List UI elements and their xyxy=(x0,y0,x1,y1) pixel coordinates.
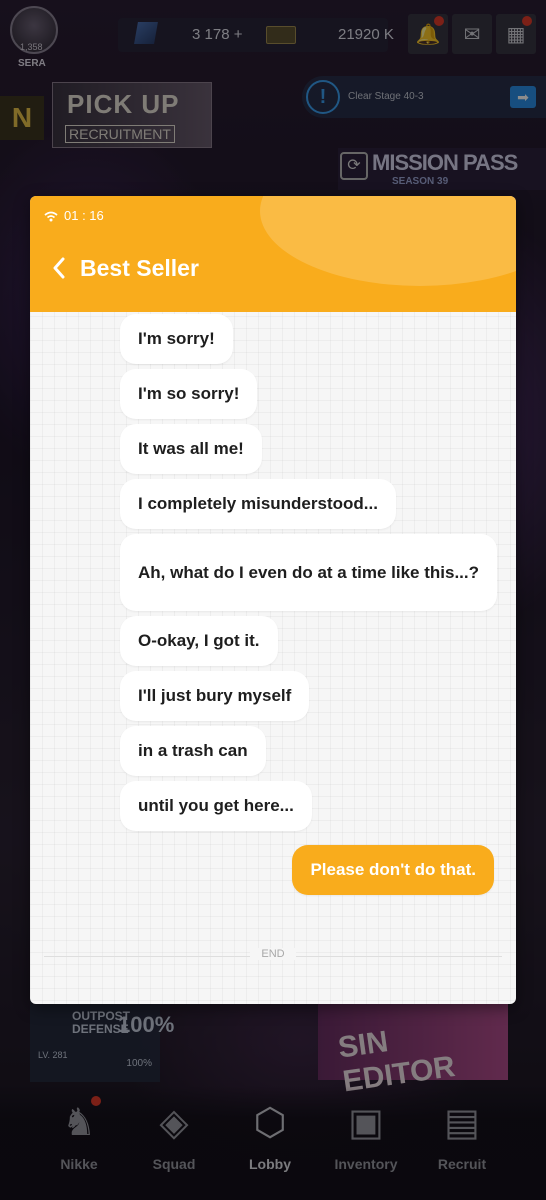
chat-title: Best Seller xyxy=(52,254,199,282)
message-bubble: in a trash can xyxy=(120,726,266,776)
end-label: END xyxy=(250,948,296,960)
message-bubble: Ah, what do I even do at a time like thi… xyxy=(120,534,497,611)
message-bubble: I completely misunderstood... xyxy=(120,479,396,529)
message-bubble: I'll just bury myself xyxy=(120,671,310,721)
message-bubble: It was all me! xyxy=(120,424,262,474)
header-decoration xyxy=(260,196,516,286)
message-bubble: I'm so sorry! xyxy=(120,369,258,419)
message-bubble: I'm sorry! xyxy=(120,314,233,364)
my-message-bubble: Please don't do that. xyxy=(292,845,494,895)
contact-name: Best Seller xyxy=(80,254,199,281)
back-chevron-icon[interactable] xyxy=(52,254,70,282)
message-bubble: until you get here... xyxy=(120,781,312,831)
message-modal: 01 : 16 Best Seller I'm sorry! I'm so so… xyxy=(30,196,516,1004)
status-time: 01 : 16 xyxy=(64,208,104,223)
message-bubble: O-okay, I got it. xyxy=(120,616,278,666)
modal-header: 01 : 16 Best Seller xyxy=(30,196,516,312)
wifi-icon xyxy=(44,211,58,221)
status-bar: 01 : 16 xyxy=(44,208,104,223)
